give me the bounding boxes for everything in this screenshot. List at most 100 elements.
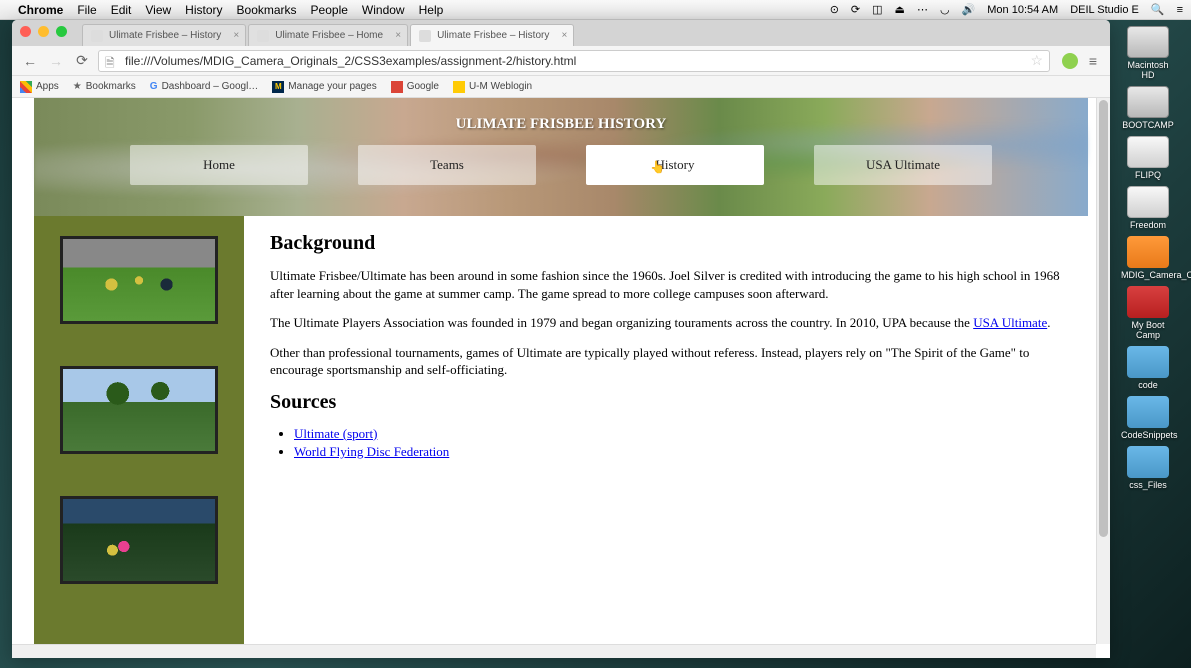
close-tab-icon[interactable]: × <box>395 30 401 41</box>
desktop-icon-flipq[interactable]: FLIPQ <box>1121 136 1175 180</box>
desktop-icon-codesnippets[interactable]: CodeSnippets <box>1121 396 1175 440</box>
close-tab-icon[interactable]: × <box>233 30 239 41</box>
sidebar-image <box>60 236 218 324</box>
forward-button[interactable]: → <box>46 51 66 71</box>
main-content: Background Ultimate Frisbee/Ultimate has… <box>244 216 1088 646</box>
page-content: ULIMATE FRISBEE HISTORY Home Teams Histo… <box>12 98 1110 646</box>
desktop-icon-freedom[interactable]: Freedom <box>1121 186 1175 230</box>
desktop-icon-cssfiles[interactable]: css_Files <box>1121 446 1175 490</box>
sidebar-image <box>60 366 218 454</box>
list-item: World Flying Disc Federation <box>294 444 1062 460</box>
um-icon <box>453 81 465 93</box>
tab-title: Ulimate Frisbee – History <box>109 30 221 41</box>
folder-icon <box>1127 396 1169 428</box>
heading-sources: Sources <box>270 391 1062 414</box>
status-icon[interactable]: ⋯ <box>917 3 928 16</box>
status-icon[interactable]: ⟳ <box>851 3 860 16</box>
close-tab-icon[interactable]: × <box>562 30 568 41</box>
status-icon[interactable]: ⏏ <box>895 3 905 16</box>
minimize-window-button[interactable] <box>38 26 49 37</box>
content-wrap: Background Ultimate Frisbee/Ultimate has… <box>34 216 1088 646</box>
clock[interactable]: Mon 10:54 AM <box>987 4 1058 16</box>
drive-icon <box>1127 136 1169 168</box>
bookmark-item[interactable]: ★Bookmarks <box>73 81 136 92</box>
nav-home[interactable]: Home <box>130 145 308 185</box>
app-name[interactable]: Chrome <box>18 3 63 17</box>
spotlight-icon[interactable]: 🔍 <box>1151 3 1165 16</box>
google-icon: G <box>150 81 158 92</box>
desktop-icon-bootcamp-folder[interactable]: My Boot Camp <box>1121 286 1175 340</box>
sidebar <box>34 216 244 646</box>
menu-window[interactable]: Window <box>362 3 405 17</box>
page-icon: 🗎 <box>105 54 119 68</box>
close-window-button[interactable] <box>20 26 31 37</box>
notifications-icon[interactable]: ≡ <box>1177 4 1183 16</box>
menu-help[interactable]: Help <box>419 3 444 17</box>
browser-tab-active[interactable]: Ulimate Frisbee – History × <box>410 24 574 46</box>
user-name[interactable]: DEIL Studio E <box>1070 4 1139 16</box>
window-controls <box>20 26 67 37</box>
extension-icon[interactable] <box>1062 53 1078 69</box>
desktop-icon-bootcamp[interactable]: BOOTCAMP <box>1121 86 1175 130</box>
folder-icon <box>1127 446 1169 478</box>
volume-icon[interactable]: 🔊 <box>962 3 976 16</box>
nav-history[interactable]: History <box>586 145 764 185</box>
menu-people[interactable]: People <box>311 3 348 17</box>
reload-button[interactable]: ⟳ <box>72 51 92 71</box>
bookmark-item[interactable]: MManage your pages <box>272 81 376 93</box>
cursor-icon: 👆 <box>650 160 665 174</box>
main-nav: Home Teams History USA Ultimate <box>34 145 1088 185</box>
scroll-thumb[interactable] <box>1099 100 1108 537</box>
heading-background: Background <box>270 232 1062 255</box>
status-icon[interactable]: ◫ <box>872 3 882 16</box>
sidebar-image <box>60 496 218 584</box>
bookmarks-bar: Apps ★Bookmarks GDashboard – Googl… MMan… <box>12 76 1110 98</box>
paragraph: Other than professional tournaments, gam… <box>270 344 1062 379</box>
link-source[interactable]: Ultimate (sport) <box>294 426 377 441</box>
bookmark-item[interactable]: U-M Weblogin <box>453 81 532 93</box>
chrome-menu-button[interactable]: ≡ <box>1084 53 1102 69</box>
menu-edit[interactable]: Edit <box>111 3 132 17</box>
hdd-icon <box>1127 86 1169 118</box>
desktop-icon-code[interactable]: code <box>1121 346 1175 390</box>
desktop-icon-macintosh-hd[interactable]: Macintosh HD <box>1121 26 1175 80</box>
folder-icon <box>1127 346 1169 378</box>
tab-title: Ulimate Frisbee – History <box>437 30 549 41</box>
desktop-icons: Macintosh HD BOOTCAMP FLIPQ Freedom MDIG… <box>1113 26 1183 490</box>
paragraph: The Ultimate Players Association was fou… <box>270 314 1062 332</box>
menu-history[interactable]: History <box>185 3 222 17</box>
back-button[interactable]: ← <box>20 51 40 71</box>
link-usa-ultimate[interactable]: USA Ultimate <box>973 315 1047 330</box>
zoom-window-button[interactable] <box>56 26 67 37</box>
favicon-icon <box>91 30 103 42</box>
star-icon: ★ <box>73 81 82 92</box>
sources-list: Ultimate (sport) World Flying Disc Feder… <box>294 426 1062 460</box>
apps-button[interactable]: Apps <box>20 81 59 93</box>
browser-tab[interactable]: Ulimate Frisbee – Home× <box>248 24 408 46</box>
url-text: file:///Volumes/MDIG_Camera_Originals_2/… <box>125 54 576 68</box>
menu-bookmarks[interactable]: Bookmarks <box>237 3 297 17</box>
bookmark-item[interactable]: GDashboard – Googl… <box>150 81 259 92</box>
vertical-scrollbar[interactable] <box>1096 98 1110 644</box>
menu-view[interactable]: View <box>145 3 171 17</box>
link-source[interactable]: World Flying Disc Federation <box>294 444 449 459</box>
nav-teams[interactable]: Teams <box>358 145 536 185</box>
horizontal-scrollbar[interactable] <box>12 644 1096 658</box>
paragraph: Ultimate Frisbee/Ultimate has been aroun… <box>270 267 1062 302</box>
google-plus-icon <box>391 81 403 93</box>
wifi-icon[interactable]: ◡ <box>940 3 950 16</box>
tab-strip: Ulimate Frisbee – History × Ulimate Frisb… <box>12 20 1110 46</box>
hdd-icon <box>1127 26 1169 58</box>
bookmark-item[interactable]: Google <box>391 81 439 93</box>
desktop-icon-mdig[interactable]: MDIG_Camera_Originals_2 <box>1121 236 1175 280</box>
menu-file[interactable]: File <box>77 3 96 17</box>
favicon-icon <box>419 30 431 42</box>
nav-usa-ultimate[interactable]: USA Ultimate <box>814 145 992 185</box>
address-bar[interactable]: 🗎 file:///Volumes/MDIG_Camera_Originals_… <box>98 50 1050 72</box>
page-title: ULIMATE FRISBEE HISTORY <box>34 98 1088 133</box>
browser-tab[interactable]: Ulimate Frisbee – History × <box>82 24 246 46</box>
page-header: ULIMATE FRISBEE HISTORY Home Teams Histo… <box>34 98 1088 216</box>
bookmark-star-icon[interactable]: ☆ <box>1030 52 1043 69</box>
apps-icon <box>20 81 32 93</box>
status-icon[interactable]: ⊙ <box>830 3 839 16</box>
